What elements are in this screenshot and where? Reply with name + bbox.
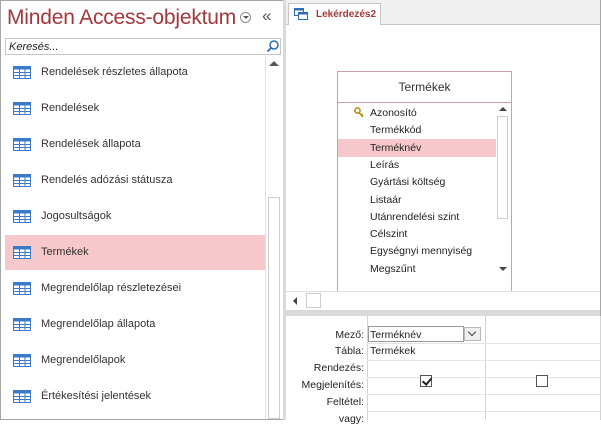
- scroll-thumb[interactable]: [497, 116, 508, 219]
- field-label: Terméknév: [370, 141, 422, 154]
- nav-scrollbar[interactable]: [265, 56, 283, 419]
- nav-dropdown-icon[interactable]: [240, 12, 251, 23]
- row-label-or: vagy:: [338, 413, 364, 425]
- table-icon: [13, 66, 31, 79]
- nav-item[interactable]: Értékesítési jelentések: [5, 379, 265, 414]
- grid-line: [367, 343, 600, 344]
- field-item[interactable]: Célszint: [338, 225, 496, 243]
- scroll-up-icon[interactable]: [499, 107, 507, 111]
- nav-item-label: Megrendelőlap állapota: [41, 318, 156, 330]
- field-item[interactable]: Egységnyi mennyiség: [338, 242, 496, 260]
- chevron-down-icon[interactable]: [464, 327, 481, 341]
- table-icon: [13, 210, 31, 223]
- row-label-criteria: Feltétel:: [326, 396, 364, 408]
- nav-item[interactable]: Jogosultságok: [5, 199, 265, 234]
- table-icon: [13, 102, 31, 115]
- scroll-down-icon[interactable]: [499, 267, 507, 271]
- search-input[interactable]: [6, 39, 267, 54]
- field-label: Egységnyi mennyiség: [370, 245, 473, 258]
- field-label: Termékkód: [370, 124, 422, 137]
- scroll-up-icon[interactable]: [269, 61, 279, 66]
- table-icon: [13, 282, 31, 295]
- show-checkbox-col2[interactable]: [536, 375, 548, 387]
- table-field-list-title[interactable]: Termékek: [338, 72, 511, 103]
- nav-item-label: Értékesítési jelentések: [41, 390, 152, 402]
- nav-header: Minden Access-objektum «: [1, 1, 283, 37]
- query-design-area[interactable]: Termékek Azonosító Termékkód Terméknév Leír…: [286, 25, 600, 304]
- navigation-pane: Minden Access-objektum « Rendelések rész…: [1, 1, 283, 419]
- nav-title[interactable]: Minden Access-objektum: [7, 6, 236, 30]
- table-icon: [13, 138, 31, 151]
- row-label-table: Tábla:: [334, 345, 364, 357]
- scroll-thumb[interactable]: [306, 293, 321, 308]
- row-label-field: Mező:: [335, 329, 364, 341]
- table-icon: [13, 390, 31, 403]
- nav-item[interactable]: Megrendelőlap részletezései: [5, 271, 265, 306]
- nav-item[interactable]: Rendelések részletes állapota: [5, 55, 265, 90]
- field-label: Leírás: [370, 158, 400, 171]
- nav-item-label: Rendelések: [41, 102, 100, 114]
- nav-item[interactable]: Rendelések állapota: [5, 127, 265, 162]
- field-list-scrollbar[interactable]: [496, 102, 510, 276]
- scroll-thumb[interactable]: [268, 197, 280, 419]
- nav-item-label: Rendelések állapota: [41, 138, 141, 150]
- query-design-grid: Mező: Tábla: Rendezés: Megjelenítés: Fel…: [286, 316, 601, 425]
- table-name: Termékek: [398, 80, 451, 94]
- table-icon: [13, 318, 31, 331]
- field-list: Azonosító Termékkód Terméknév Leírás Gyártás…: [338, 102, 496, 276]
- query-icon: [294, 8, 308, 20]
- field-item[interactable]: Gyártási költség: [338, 173, 496, 191]
- nav-item-label: Jogosultságok: [41, 210, 112, 222]
- document-area: Lekérdezés2 Termékek Azonosító Termékkód T…: [286, 0, 601, 425]
- field-item[interactable]: Listaár: [338, 191, 496, 209]
- table-icon: [13, 174, 31, 187]
- scroll-left-icon[interactable]: [293, 297, 297, 305]
- table-icon: [13, 354, 31, 367]
- design-horizontal-scrollbar[interactable]: [286, 291, 600, 310]
- document-tab-bar: Lekérdezés2: [286, 0, 600, 25]
- field-label: Azonosító: [370, 107, 417, 119]
- key-icon: [354, 107, 364, 118]
- grid-line: [367, 377, 600, 378]
- nav-object-list: Rendelések részletes állapota Rendelések R…: [5, 55, 265, 419]
- collapse-pane-icon[interactable]: «: [262, 7, 271, 25]
- nav-item-label: Megrendelőlap részletezései: [41, 282, 182, 294]
- grid-line: [367, 394, 600, 395]
- nav-item[interactable]: Megrendelőlapok: [5, 343, 265, 378]
- nav-item[interactable]: Rendelések: [5, 91, 265, 126]
- search-icon[interactable]: [266, 39, 280, 54]
- tab-query2[interactable]: Lekérdezés2: [288, 3, 381, 25]
- table-icon: [13, 246, 31, 259]
- field-item[interactable]: Leírás: [338, 156, 496, 174]
- nav-item-label: Rendelés adózási státusza: [41, 174, 173, 186]
- nav-item-label: Termékek: [41, 246, 89, 258]
- table-cell-value[interactable]: Termékek: [370, 345, 416, 357]
- field-item[interactable]: Utánrendelési szint: [338, 208, 496, 226]
- table-field-list[interactable]: Termékek Azonosító Termékkód Terméknév Leír…: [337, 71, 512, 304]
- field-label: Gyártási költség: [370, 176, 446, 189]
- check-icon: [421, 375, 433, 386]
- grid-line: [367, 411, 600, 412]
- grid-column-2[interactable]: [484, 316, 601, 420]
- nav-item[interactable]: Megrendelőlap állapota: [5, 307, 265, 342]
- field-label: Megszűnt: [370, 262, 416, 275]
- nav-search-box: [5, 38, 281, 55]
- field-label: Célszint: [370, 228, 408, 241]
- field-item[interactable]: Termékkód: [338, 121, 496, 139]
- row-label-sort: Rendezés:: [313, 362, 364, 374]
- field-item[interactable]: Azonosító: [338, 104, 496, 122]
- field-label: Listaár: [370, 193, 402, 206]
- field-item[interactable]: Megszűnt: [338, 260, 496, 276]
- nav-item[interactable]: Termékek: [5, 235, 265, 270]
- show-checkbox-col1[interactable]: [420, 375, 433, 387]
- grid-line: [367, 360, 600, 361]
- nav-item-label: Rendelések részletes állapota: [41, 66, 188, 78]
- nav-item[interactable]: Rendelés adózási státusza: [5, 163, 265, 198]
- field-label: Utánrendelési szint: [370, 210, 460, 223]
- tab-label: Lekérdezés2: [316, 9, 377, 20]
- field-item[interactable]: Terméknév: [338, 138, 496, 157]
- row-label-show: Megjelenítés:: [301, 379, 364, 391]
- nav-item-label: Megrendelőlapok: [41, 354, 126, 366]
- field-cell-value[interactable]: Terméknév: [370, 329, 421, 341]
